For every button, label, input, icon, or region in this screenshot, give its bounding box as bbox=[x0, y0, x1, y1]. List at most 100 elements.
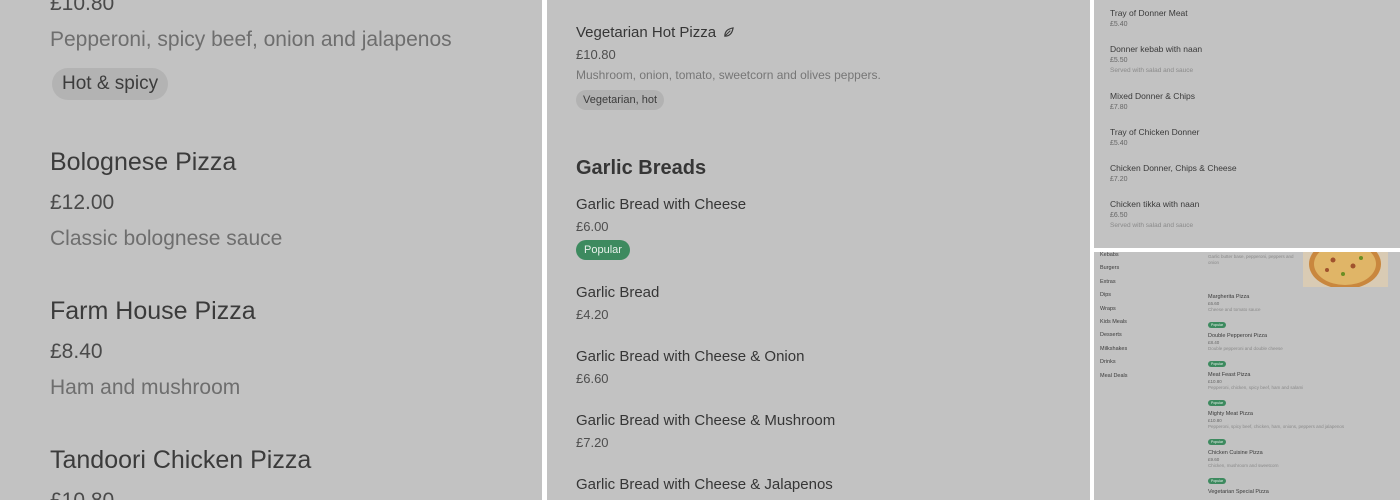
menu-item-garlic-bread-with-cheese[interactable]: Garlic Bread with Cheese £6.00 Popular bbox=[576, 196, 746, 260]
menu-item-double-pepperoni-pizza[interactable]: Double Pepperoni Pizza £8.40 Double pepp… bbox=[1208, 333, 1283, 370]
item-description: Served with salad and sauce bbox=[1110, 222, 1194, 229]
vegetarian-hot-tag: Vegetarian, hot bbox=[576, 90, 665, 110]
menu-item-mixed-donner-chips[interactable]: Mixed Donner & Chips £7.80 bbox=[1110, 91, 1195, 114]
menu-item-mighty-meat-pizza[interactable]: Mighty Meat Pizza £10.80 Pepperoni, spic… bbox=[1208, 411, 1344, 448]
item-name: Chicken tikka with naan bbox=[1110, 199, 1200, 209]
menu-item-garlic-bread-cheese-onion[interactable]: Garlic Bread with Cheese & Onion £6.60 bbox=[576, 348, 804, 392]
sidebar-item-kebabs[interactable]: Kebabs bbox=[1100, 252, 1128, 265]
item-price: £6.60 bbox=[576, 371, 609, 386]
menu-item-garlic-bread[interactable]: Garlic Bread £4.20 bbox=[576, 284, 659, 328]
sidebar-item-meal-deals[interactable]: Meal Deals bbox=[1100, 373, 1128, 386]
item-name: Garlic Bread with Cheese & Onion bbox=[576, 348, 805, 365]
menu-item-tandoori-chicken-pizza[interactable]: Tandoori Chicken Pizza £10.80 bbox=[50, 446, 311, 500]
menu-item-farm-house-pizza[interactable]: Farm House Pizza £8.40 Ham and mushroom bbox=[50, 297, 256, 400]
item-name: Mighty Meat Pizza bbox=[1208, 411, 1253, 417]
menu-item-chicken-donner-chips-cheese[interactable]: Chicken Donner, Chips & Cheese £7.20 bbox=[1110, 163, 1237, 186]
sidebar-item-extras[interactable]: Extras bbox=[1100, 279, 1128, 292]
menu-item-meat-feast-pizza[interactable]: Meat Feast Pizza £10.80 Pepperoni, chick… bbox=[1208, 372, 1303, 409]
item-name: Donner kebab with naan bbox=[1110, 44, 1203, 54]
item-price: £10.80 bbox=[1208, 379, 1222, 384]
sidebar-item-dips[interactable]: Dips bbox=[1100, 292, 1128, 305]
menu-panel-kebabs: Tray of Donner Meat £5.40 Donner kebab w… bbox=[1094, 0, 1400, 248]
menu-panel-middle: Vegetarian Hot Pizza £10.80 Mushroom, on… bbox=[547, 0, 1090, 500]
sidebar-item-drinks[interactable]: Drinks bbox=[1100, 359, 1128, 372]
item-price: £4.20 bbox=[576, 307, 609, 322]
item-price: £6.50 bbox=[1110, 212, 1128, 219]
item-price: £12.00 bbox=[50, 191, 115, 214]
popular-badge: Popular bbox=[1208, 478, 1227, 484]
item-price: £10.80 bbox=[1208, 418, 1222, 423]
menu-zoom-panel-left: £10.80 Pepperoni, spicy beef, onion and … bbox=[0, 0, 542, 500]
menu-item-vegetarian-special-pizza[interactable]: Vegetarian Special Pizza bbox=[1208, 489, 1269, 496]
item-name: Tray of Donner Meat bbox=[1110, 8, 1188, 18]
item-name: Garlic Bread bbox=[576, 284, 660, 301]
category-sidebar: Kebabs Burgers Extras Dips Wraps Kids Me… bbox=[1100, 252, 1128, 386]
item-name: Tray of Chicken Donner bbox=[1110, 127, 1200, 137]
item-price: £6.60 bbox=[1208, 301, 1220, 306]
item-name: Mixed Donner & Chips bbox=[1110, 91, 1196, 101]
item-description: Pepperoni, spicy beef, onion and jalapen… bbox=[50, 28, 452, 51]
item-description: Cheese and tomato sauce bbox=[1208, 307, 1261, 312]
item-price: £10.80 bbox=[50, 489, 311, 500]
item-description: Double pepperoni and double cheese bbox=[1208, 346, 1283, 351]
item-price: £7.20 bbox=[1110, 176, 1128, 183]
item-name: Garlic Bread with Cheese & Jalapenos bbox=[576, 476, 833, 493]
sidebar-item-desserts[interactable]: Desserts bbox=[1100, 332, 1128, 345]
menu-item-chicken-cuisine-pizza[interactable]: Chicken Cuisine Pizza £9.60 Chicken, mus… bbox=[1208, 450, 1279, 487]
menu-panel-pizzas-overview: Kebabs Burgers Extras Dips Wraps Kids Me… bbox=[1094, 252, 1400, 500]
item-price: £10.80 bbox=[50, 0, 115, 15]
pizza-image bbox=[1303, 252, 1388, 287]
item-price: £7.20 bbox=[576, 435, 609, 450]
menu-item-margherita-pizza[interactable]: Margherita Pizza £6.60 Cheese and tomato… bbox=[1208, 294, 1261, 331]
item-price: £6.00 bbox=[576, 219, 609, 234]
menu-item-tray-of-donner-meat[interactable]: Tray of Donner Meat £5.40 bbox=[1110, 8, 1188, 31]
leaf-icon bbox=[724, 27, 735, 37]
sidebar-item-wraps[interactable]: Wraps bbox=[1100, 306, 1128, 319]
item-name: Margherita Pizza bbox=[1208, 294, 1250, 300]
item-name: Vegetarian Special Pizza bbox=[1208, 489, 1269, 495]
item-description: Ham and mushroom bbox=[50, 376, 241, 399]
item-name: Chicken Cuisine Pizza bbox=[1208, 450, 1263, 456]
item-name: Garlic Bread with Cheese & Mushroom bbox=[576, 412, 836, 429]
item-price: £5.40 bbox=[1110, 140, 1128, 147]
menu-item-bolognese-pizza[interactable]: Bolognese Pizza £12.00 Classic bolognese… bbox=[50, 148, 282, 251]
menu-item-garlic-bread-cheese-jalapenos[interactable]: Garlic Bread with Cheese & Jalapenos bbox=[576, 476, 833, 499]
hot-spicy-badge: Hot & spicy bbox=[52, 68, 169, 100]
sidebar-item-milkshakes[interactable]: Milkshakes bbox=[1100, 346, 1128, 359]
menu-item-donner-kebab-with-naan[interactable]: Donner kebab with naan £5.50 Served with… bbox=[1110, 44, 1202, 74]
item-description: Classic bolognese sauce bbox=[50, 227, 283, 250]
item-description: Chicken, mushroom and sweetcorn bbox=[1208, 463, 1279, 468]
item-price: £9.60 bbox=[1208, 457, 1220, 462]
menu-item-garlic-bread-cheese-mushroom[interactable]: Garlic Bread with Cheese & Mushroom £7.2… bbox=[576, 412, 835, 456]
item-name: Bolognese Pizza bbox=[50, 148, 237, 176]
item-name: Double Pepperoni Pizza bbox=[1208, 333, 1268, 339]
item-name: Chicken Donner, Chips & Cheese bbox=[1110, 163, 1237, 173]
popular-badge: Popular bbox=[1208, 322, 1227, 328]
item-price: £10.80 bbox=[576, 47, 616, 62]
popular-badge: Popular bbox=[1208, 361, 1227, 367]
item-description: Mushroom, onion, tomato, sweetcorn and o… bbox=[576, 68, 881, 82]
item-price: £7.80 bbox=[1110, 104, 1128, 111]
item-name: Meat Feast Pizza bbox=[1208, 372, 1251, 378]
item-price: £8.40 bbox=[50, 340, 103, 363]
section-title-garlic-breads: Garlic Breads bbox=[576, 157, 707, 179]
item-price: £5.40 bbox=[1110, 21, 1128, 28]
sidebar-item-burgers[interactable]: Burgers bbox=[1100, 265, 1128, 278]
item-description: Pepperoni, spicy beef, chicken, ham, oni… bbox=[1208, 424, 1345, 429]
menu-item-tray-of-chicken-donner[interactable]: Tray of Chicken Donner £5.40 bbox=[1110, 127, 1199, 150]
item-name: Tandoori Chicken Pizza bbox=[50, 446, 312, 474]
sidebar-item-kids-meals[interactable]: Kids Meals bbox=[1100, 319, 1128, 332]
popular-badge: Popular bbox=[1208, 439, 1227, 445]
item-description: Garlic butter base, pepperoni, peppers a… bbox=[1208, 254, 1294, 265]
menu-item-chicken-tikka-with-naan[interactable]: Chicken tikka with naan £6.50 Served wit… bbox=[1110, 199, 1199, 229]
menu-item-vegetarian-hot-pizza[interactable]: Vegetarian Hot Pizza £10.80 Mushroom, on… bbox=[576, 24, 881, 110]
item-name: Garlic Bread with Cheese bbox=[576, 196, 747, 213]
item-name: Vegetarian Hot Pizza bbox=[576, 24, 717, 41]
popular-badge: Popular bbox=[576, 240, 630, 260]
item-price: £5.50 bbox=[1110, 57, 1128, 64]
item-description: Pepperoni, chicken, spicy beef, ham and … bbox=[1208, 385, 1304, 390]
item-name: Farm House Pizza bbox=[50, 297, 256, 325]
popular-badge: Popular bbox=[1208, 400, 1227, 406]
item-price: £8.40 bbox=[1208, 340, 1220, 345]
item-description: Served with salad and sauce bbox=[1110, 67, 1194, 74]
